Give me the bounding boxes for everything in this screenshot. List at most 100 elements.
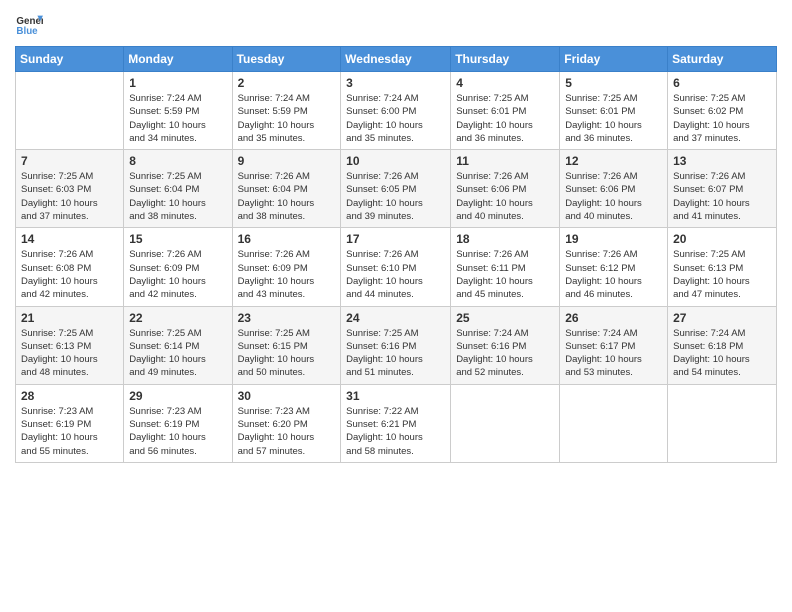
calendar-cell: 2Sunrise: 7:24 AM Sunset: 5:59 PM Daylig… bbox=[232, 72, 341, 150]
day-number: 31 bbox=[346, 389, 445, 403]
calendar-cell: 29 Sunrise: 7:23 AM Sunset: 6:19 PM Dayli… bbox=[124, 384, 232, 462]
day-number: 24 bbox=[346, 311, 445, 325]
calendar-cell: 4 Sunrise: 7:25 AM Sunset: 6:01 PM Daylig… bbox=[451, 72, 560, 150]
calendar-page: General Blue SundayMondayTuesdayWednesda… bbox=[0, 0, 792, 612]
day-info: Sunrise: 7:25 AM Sunset: 6:02 PM Dayligh… bbox=[673, 92, 771, 145]
day-number: 6 bbox=[673, 76, 771, 90]
calendar-cell: 10 Sunrise: 7:26 AM Sunset: 6:05 PM Dayli… bbox=[341, 150, 451, 228]
day-info: Sunrise: 7:26 AM Sunset: 6:09 PM Dayligh… bbox=[238, 248, 336, 301]
day-number: 15 bbox=[129, 232, 226, 246]
day-info: Sunrise: 7:25 AM Sunset: 6:04 PM Dayligh… bbox=[129, 170, 226, 223]
day-number: 27 bbox=[673, 311, 771, 325]
day-info: Sunrise: 7:24 AM Sunset: 6:16 PM Dayligh… bbox=[456, 327, 554, 380]
calendar-week-row: 14 Sunrise: 7:26 AM Sunset: 6:08 PM Dayli… bbox=[16, 228, 777, 306]
calendar-cell bbox=[668, 384, 777, 462]
calendar-cell: 31 Sunrise: 7:22 AM Sunset: 6:21 PM Dayli… bbox=[341, 384, 451, 462]
calendar-cell: 27 Sunrise: 7:24 AM Sunset: 6:18 PM Dayli… bbox=[668, 306, 777, 384]
day-number: 8 bbox=[129, 154, 226, 168]
day-info: Sunrise: 7:24 AM Sunset: 5:59 PM Dayligh… bbox=[238, 92, 336, 145]
svg-text:Blue: Blue bbox=[16, 26, 38, 37]
day-number: 13 bbox=[673, 154, 771, 168]
calendar-cell: 11Sunrise: 7:26 AM Sunset: 6:06 PM Dayli… bbox=[451, 150, 560, 228]
day-number: 1 bbox=[129, 76, 226, 90]
calendar-cell: 22 Sunrise: 7:25 AM Sunset: 6:14 PM Dayli… bbox=[124, 306, 232, 384]
day-number: 10 bbox=[346, 154, 445, 168]
day-number: 21 bbox=[21, 311, 118, 325]
day-info: Sunrise: 7:23 AM Sunset: 6:19 PM Dayligh… bbox=[21, 405, 118, 458]
day-info: Sunrise: 7:24 AM Sunset: 6:18 PM Dayligh… bbox=[673, 327, 771, 380]
day-info: Sunrise: 7:23 AM Sunset: 6:19 PM Dayligh… bbox=[129, 405, 226, 458]
calendar-cell: 5 Sunrise: 7:25 AM Sunset: 6:01 PM Daylig… bbox=[560, 72, 668, 150]
day-info: Sunrise: 7:26 AM Sunset: 6:09 PM Dayligh… bbox=[129, 248, 226, 301]
day-info: Sunrise: 7:25 AM Sunset: 6:14 PM Dayligh… bbox=[129, 327, 226, 380]
calendar-week-row: 28 Sunrise: 7:23 AM Sunset: 6:19 PM Dayli… bbox=[16, 384, 777, 462]
day-number: 3 bbox=[346, 76, 445, 90]
day-number: 16 bbox=[238, 232, 336, 246]
day-number: 14 bbox=[21, 232, 118, 246]
weekday-header-cell: Thursday bbox=[451, 47, 560, 72]
calendar-cell: 24 Sunrise: 7:25 AM Sunset: 6:16 PM Dayli… bbox=[341, 306, 451, 384]
calendar-week-row: 1 Sunrise: 7:24 AM Sunset: 5:59 PM Daylig… bbox=[16, 72, 777, 150]
weekday-header-row: SundayMondayTuesdayWednesdayThursdayFrid… bbox=[16, 47, 777, 72]
day-info: Sunrise: 7:26 AM Sunset: 6:08 PM Dayligh… bbox=[21, 248, 118, 301]
day-info: Sunrise: 7:26 AM Sunset: 6:05 PM Dayligh… bbox=[346, 170, 445, 223]
calendar-cell: 19Sunrise: 7:26 AM Sunset: 6:12 PM Dayli… bbox=[560, 228, 668, 306]
day-info: Sunrise: 7:25 AM Sunset: 6:03 PM Dayligh… bbox=[21, 170, 118, 223]
weekday-header-cell: Saturday bbox=[668, 47, 777, 72]
day-info: Sunrise: 7:25 AM Sunset: 6:16 PM Dayligh… bbox=[346, 327, 445, 380]
day-number: 7 bbox=[21, 154, 118, 168]
calendar-cell: 15 Sunrise: 7:26 AM Sunset: 6:09 PM Dayli… bbox=[124, 228, 232, 306]
calendar-cell: 21 Sunrise: 7:25 AM Sunset: 6:13 PM Dayli… bbox=[16, 306, 124, 384]
header: General Blue bbox=[15, 10, 777, 38]
day-info: Sunrise: 7:22 AM Sunset: 6:21 PM Dayligh… bbox=[346, 405, 445, 458]
calendar-cell: 8 Sunrise: 7:25 AM Sunset: 6:04 PM Daylig… bbox=[124, 150, 232, 228]
day-number: 11 bbox=[456, 154, 554, 168]
day-number: 30 bbox=[238, 389, 336, 403]
day-number: 4 bbox=[456, 76, 554, 90]
day-number: 25 bbox=[456, 311, 554, 325]
day-info: Sunrise: 7:26 AM Sunset: 6:04 PM Dayligh… bbox=[238, 170, 336, 223]
day-info: Sunrise: 7:26 AM Sunset: 6:11 PM Dayligh… bbox=[456, 248, 554, 301]
calendar-cell: 28 Sunrise: 7:23 AM Sunset: 6:19 PM Dayli… bbox=[16, 384, 124, 462]
calendar-week-row: 21 Sunrise: 7:25 AM Sunset: 6:13 PM Dayli… bbox=[16, 306, 777, 384]
day-info: Sunrise: 7:26 AM Sunset: 6:10 PM Dayligh… bbox=[346, 248, 445, 301]
day-number: 29 bbox=[129, 389, 226, 403]
calendar-cell: 1 Sunrise: 7:24 AM Sunset: 5:59 PM Daylig… bbox=[124, 72, 232, 150]
weekday-header-cell: Monday bbox=[124, 47, 232, 72]
day-number: 23 bbox=[238, 311, 336, 325]
day-info: Sunrise: 7:25 AM Sunset: 6:01 PM Dayligh… bbox=[456, 92, 554, 145]
weekday-header-cell: Tuesday bbox=[232, 47, 341, 72]
calendar-table: SundayMondayTuesdayWednesdayThursdayFrid… bbox=[15, 46, 777, 463]
calendar-cell: 20Sunrise: 7:25 AM Sunset: 6:13 PM Dayli… bbox=[668, 228, 777, 306]
weekday-header-cell: Wednesday bbox=[341, 47, 451, 72]
calendar-cell bbox=[560, 384, 668, 462]
weekday-header-cell: Sunday bbox=[16, 47, 124, 72]
calendar-cell: 16 Sunrise: 7:26 AM Sunset: 6:09 PM Dayli… bbox=[232, 228, 341, 306]
day-info: Sunrise: 7:24 AM Sunset: 5:59 PM Dayligh… bbox=[129, 92, 226, 145]
day-info: Sunrise: 7:25 AM Sunset: 6:15 PM Dayligh… bbox=[238, 327, 336, 380]
calendar-cell: 14 Sunrise: 7:26 AM Sunset: 6:08 PM Dayli… bbox=[16, 228, 124, 306]
day-info: Sunrise: 7:25 AM Sunset: 6:01 PM Dayligh… bbox=[565, 92, 662, 145]
calendar-cell: 18Sunrise: 7:26 AM Sunset: 6:11 PM Dayli… bbox=[451, 228, 560, 306]
logo: General Blue bbox=[15, 10, 43, 38]
day-number: 5 bbox=[565, 76, 662, 90]
day-info: Sunrise: 7:24 AM Sunset: 6:17 PM Dayligh… bbox=[565, 327, 662, 380]
day-number: 22 bbox=[129, 311, 226, 325]
calendar-cell: 12 Sunrise: 7:26 AM Sunset: 6:06 PM Dayli… bbox=[560, 150, 668, 228]
calendar-cell: 26Sunrise: 7:24 AM Sunset: 6:17 PM Dayli… bbox=[560, 306, 668, 384]
day-info: Sunrise: 7:25 AM Sunset: 6:13 PM Dayligh… bbox=[673, 248, 771, 301]
day-number: 28 bbox=[21, 389, 118, 403]
calendar-cell: 30 Sunrise: 7:23 AM Sunset: 6:20 PM Dayli… bbox=[232, 384, 341, 462]
calendar-cell: 25 Sunrise: 7:24 AM Sunset: 6:16 PM Dayli… bbox=[451, 306, 560, 384]
day-info: Sunrise: 7:26 AM Sunset: 6:06 PM Dayligh… bbox=[565, 170, 662, 223]
weekday-header-cell: Friday bbox=[560, 47, 668, 72]
day-number: 12 bbox=[565, 154, 662, 168]
calendar-cell: 13Sunrise: 7:26 AM Sunset: 6:07 PM Dayli… bbox=[668, 150, 777, 228]
logo-icon: General Blue bbox=[15, 10, 43, 38]
calendar-cell: 6 Sunrise: 7:25 AM Sunset: 6:02 PM Daylig… bbox=[668, 72, 777, 150]
day-info: Sunrise: 7:23 AM Sunset: 6:20 PM Dayligh… bbox=[238, 405, 336, 458]
calendar-cell bbox=[451, 384, 560, 462]
calendar-cell: 23 Sunrise: 7:25 AM Sunset: 6:15 PM Dayli… bbox=[232, 306, 341, 384]
day-number: 17 bbox=[346, 232, 445, 246]
day-info: Sunrise: 7:25 AM Sunset: 6:13 PM Dayligh… bbox=[21, 327, 118, 380]
